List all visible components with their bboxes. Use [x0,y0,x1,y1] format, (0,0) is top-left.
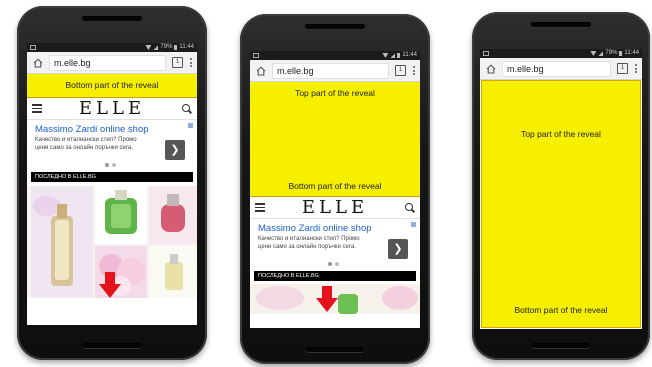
status-time: 11:44 [179,44,194,50]
ad-text: Качество и италиански стил? Промо цени с… [258,236,360,250]
wifi-icon [590,51,597,56]
phone-2-screen: 11:44 m.elle.bg 1 Top part of the reveal… [250,51,420,328]
status-bar: 79% 11:44 [480,49,642,58]
section-label: ПОСЛЕДНО В ELLE.BG [31,172,193,182]
signal-icon [153,45,159,50]
ad-choices-icon[interactable] [188,123,193,128]
search-icon[interactable] [182,103,192,114]
phone-2: 11:44 m.elle.bg 1 Top part of the reveal… [240,14,430,364]
down-arrow-icon [316,286,338,312]
notification-icon [483,51,489,56]
battery-icon [397,53,401,58]
notification-icon [253,53,259,58]
browser-address-bar: m.elle.bg 1 [250,60,420,82]
signal-icon [390,53,396,58]
status-bar: 11:44 [250,51,420,60]
battery-icon [174,45,178,50]
speaker-bottom [306,347,364,352]
tabs-icon[interactable]: 1 [395,65,406,76]
browser-address-bar: m.elle.bg 1 [27,52,197,74]
phone-1-screen: 79% 11:44 m.elle.bg 1 Bottom part of the… [27,43,197,325]
speaker-top [82,16,142,21]
status-time: 11:44 [402,52,417,58]
status-bar: 79% 11:44 [27,43,197,52]
reveal-expanded[interactable]: Top part of the reveal Bottom part of th… [250,82,420,197]
phone-1: 79% 11:44 m.elle.bg 1 Bottom part of the… [17,6,207,360]
speaker-top [531,22,591,27]
home-icon[interactable] [485,63,496,74]
section-label: ПОСЛЕДНО В ELLE.BG [254,271,416,281]
url-field[interactable]: m.elle.bg [502,60,611,77]
tabs-icon[interactable]: 1 [617,63,628,74]
wifi-icon [145,45,152,50]
ad-banner[interactable]: Massimo Zardi online shop Качество и ита… [250,219,420,271]
product-images[interactable] [27,186,197,298]
signal-icon [598,51,604,56]
hamburger-icon[interactable] [255,203,265,212]
ad-title[interactable]: Massimo Zardi online shop [258,223,412,234]
elle-header: ELLE [27,98,197,120]
url-field[interactable]: m.elle.bg [49,54,166,71]
browser-address-bar: m.elle.bg 1 [480,58,642,80]
speaker-bottom [532,343,590,348]
tabs-icon[interactable]: 1 [172,57,183,68]
reveal-bottom-part[interactable]: Bottom part of the reveal [27,74,197,98]
reveal-bottom-label: Bottom part of the reveal [65,80,159,90]
reveal-top-label: Top part of the reveal [295,88,375,98]
speaker-top [305,24,365,29]
elle-logo[interactable]: ELLE [265,197,405,219]
ad-text: Качество и италиански стил? Промо цени с… [35,137,137,151]
elle-logo[interactable]: ELLE [42,98,182,120]
ad-choices-icon[interactable] [411,222,416,227]
phone-3-screen: 79% 11:44 m.elle.bg 1 Top part of the re… [480,49,642,329]
battery-percent: 79% [160,44,173,50]
ad-pagination-dots [105,163,117,167]
menu-icon[interactable] [189,58,192,67]
status-time: 11:44 [624,50,639,56]
ad-pagination-dots [328,262,340,266]
phone-3: 79% 11:44 m.elle.bg 1 Top part of the re… [472,12,650,360]
reveal-fullscreen[interactable]: Top part of the reveal Bottom part of th… [481,80,641,328]
speaker-bottom [83,343,141,348]
battery-percent: 79% [605,50,618,56]
notification-icon [30,45,36,50]
url-field[interactable]: m.elle.bg [272,62,389,79]
product-images[interactable] [250,284,420,314]
hamburger-icon[interactable] [32,104,42,113]
ad-chevron-button[interactable]: ❯ [165,140,185,160]
home-icon[interactable] [32,57,43,68]
elle-header: ELLE [250,197,420,219]
wifi-icon [382,53,389,58]
menu-icon[interactable] [412,66,415,75]
ad-chevron-button[interactable]: ❯ [388,239,408,259]
down-arrow-icon [99,272,121,298]
home-icon[interactable] [255,65,266,76]
ad-banner[interactable]: Massimo Zardi online shop Качество и ита… [27,120,197,172]
reveal-bottom-label: Bottom part of the reveal [288,181,382,191]
reveal-top-label: Top part of the reveal [521,129,601,139]
reveal-bottom-label: Bottom part of the reveal [514,305,608,315]
battery-icon [619,51,623,56]
search-icon[interactable] [405,202,415,213]
ad-title[interactable]: Massimo Zardi online shop [35,124,189,135]
menu-icon[interactable] [634,64,637,73]
